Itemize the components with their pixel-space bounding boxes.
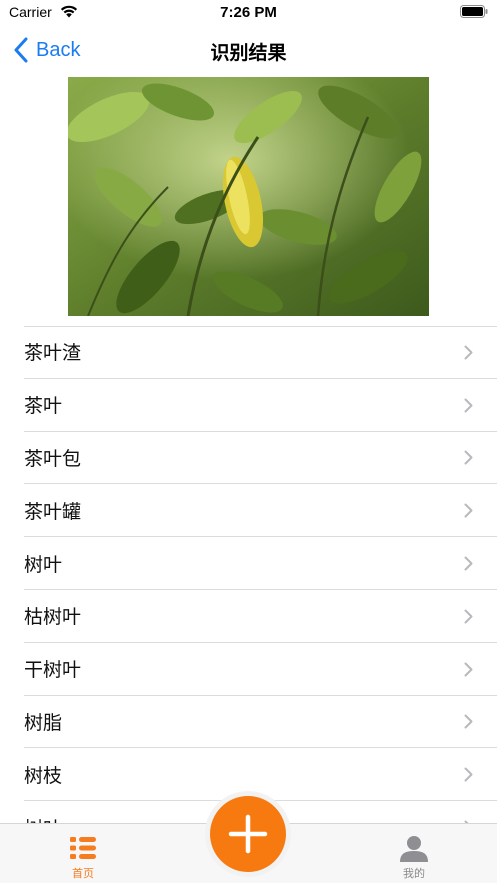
list-item[interactable]: 树脂 (24, 696, 497, 749)
list-item[interactable]: 干树叶 (24, 643, 497, 696)
person-icon (400, 836, 428, 862)
navigation-bar: Back 识别结果 (0, 26, 497, 74)
list-item-label: 干树叶 (24, 659, 82, 682)
chevron-right-icon (464, 767, 473, 782)
results-list: 茶叶渣 茶叶 茶叶包 茶叶罐 树叶 枯树叶 干树叶 树脂 树枝 (0, 326, 497, 854)
list-item-label: 树脂 (24, 711, 63, 734)
list-item[interactable]: 茶叶包 (24, 432, 497, 485)
list-item[interactable]: 枯树叶 (24, 590, 497, 643)
plus-icon (228, 814, 268, 854)
tea-leaves-photo (68, 77, 429, 316)
status-bar: Carrier 7:26 PM (0, 0, 497, 26)
chevron-right-icon (464, 714, 473, 729)
chevron-right-icon (464, 503, 473, 518)
list-item[interactable]: 茶叶罐 (24, 484, 497, 538)
list-icon (70, 837, 96, 859)
battery-icon (460, 5, 488, 18)
list-item-label: 枯树叶 (24, 606, 82, 629)
tab-home-label: 首页 (72, 867, 94, 880)
chevron-right-icon (464, 662, 473, 677)
add-button[interactable] (210, 796, 286, 872)
list-item-label: 茶叶 (24, 395, 63, 418)
list-item[interactable]: 树叶 (24, 537, 497, 590)
screen: Carrier 7:26 PM Back 识别结果 茶叶渣 茶叶 茶叶包 茶叶罐… (0, 0, 497, 883)
list-item-label: 茶叶包 (24, 447, 82, 470)
list-item-label: 树叶 (24, 553, 63, 576)
chevron-right-icon (464, 345, 473, 360)
chevron-right-icon (464, 450, 473, 465)
chevron-right-icon (464, 556, 473, 571)
tab-me-label: 我的 (403, 867, 425, 880)
chevron-right-icon (464, 609, 473, 624)
list-item[interactable]: 茶叶渣 (24, 326, 497, 379)
chevron-right-icon (464, 398, 473, 413)
list-item-label: 茶叶渣 (24, 342, 82, 365)
tab-home[interactable]: 首页 (43, 824, 123, 883)
list-item-label: 茶叶罐 (24, 500, 82, 523)
tab-me[interactable]: 我的 (374, 824, 454, 883)
page-title: 识别结果 (210, 42, 287, 64)
list-item[interactable]: 茶叶 (24, 379, 497, 432)
photo-image (68, 77, 429, 316)
status-time: 7:26 PM (220, 4, 277, 21)
list-item-label: 树枝 (24, 764, 63, 787)
